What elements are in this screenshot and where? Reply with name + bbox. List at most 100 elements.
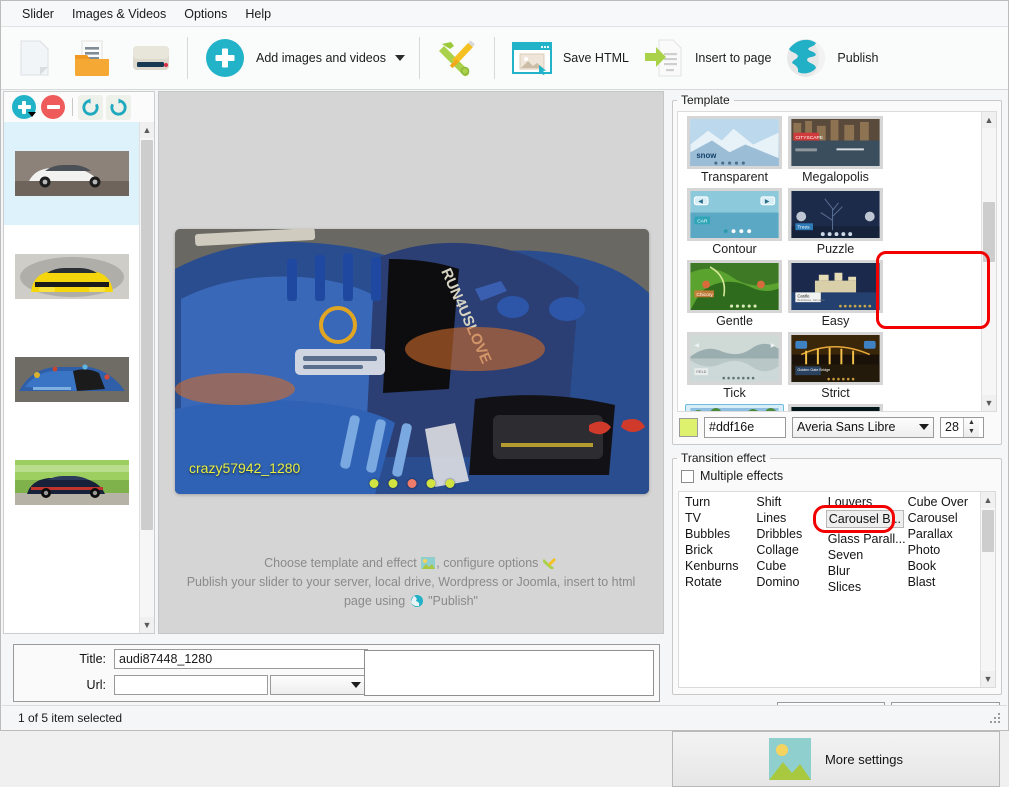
- menu-item-help[interactable]: Help: [236, 4, 280, 24]
- stepper-arrows[interactable]: ▲ ▼: [963, 418, 979, 437]
- effect-item[interactable]: Kenburns: [683, 558, 754, 574]
- thumbnails-list[interactable]: [4, 122, 139, 633]
- menu-item-slider[interactable]: Slider: [13, 4, 63, 24]
- url-target-select[interactable]: [270, 675, 366, 695]
- scrollbar-thumb[interactable]: [983, 202, 995, 262]
- chevron-down-icon[interactable]: [395, 55, 405, 61]
- effect-item[interactable]: TV: [683, 510, 754, 526]
- rotate-right-button[interactable]: [106, 95, 131, 120]
- color-swatch[interactable]: [679, 418, 698, 437]
- multiple-effects-checkbox[interactable]: [681, 470, 694, 483]
- template-grid: snow Transparent CITYSCAPE Megalopolis: [678, 112, 980, 412]
- scroll-up-icon[interactable]: ▲: [981, 492, 995, 508]
- template-item-galaxy[interactable]: GALAXYDeep space nebula Galaxy: [786, 404, 885, 412]
- effect-item[interactable]: Lines: [754, 510, 825, 526]
- slide-dot[interactable]: [389, 479, 398, 488]
- effect-item[interactable]: Parallax: [906, 526, 977, 542]
- effect-item[interactable]: Bubbles: [683, 526, 754, 542]
- effect-item[interactable]: Louvers: [826, 494, 906, 510]
- template-item-gentle[interactable]: Chicory Gentle: [685, 260, 784, 329]
- color-hex-input[interactable]: #ddf16e: [704, 417, 786, 438]
- list-item[interactable]: [4, 328, 139, 431]
- svg-text:Chicory: Chicory: [696, 292, 713, 298]
- effect-item[interactable]: Cube Over: [906, 494, 977, 510]
- stepper-up-icon[interactable]: ▲: [964, 418, 979, 428]
- resize-grip[interactable]: [990, 713, 1002, 725]
- scrollbar-thumb[interactable]: [982, 510, 994, 552]
- effect-item[interactable]: Brick: [683, 542, 754, 558]
- effect-item[interactable]: Rotate: [683, 574, 754, 590]
- template-item-graffito[interactable]: Ford Mustangis an automobile manufacture…: [685, 404, 784, 412]
- add-slide-dropdown-icon[interactable]: [28, 112, 36, 117]
- tools-button[interactable]: [428, 30, 486, 86]
- effect-item-selected[interactable]: Carousel B...: [826, 510, 904, 528]
- effects-column-2: Shift Lines Dribbles Collage Cube Domino: [754, 494, 825, 595]
- effects-scrollbar[interactable]: ▲ ▼: [980, 492, 995, 687]
- effect-item[interactable]: Blast: [906, 574, 977, 590]
- scroll-down-icon[interactable]: ▼: [140, 617, 154, 633]
- multiple-effects-row[interactable]: Multiple effects: [681, 469, 783, 483]
- insert-to-page-button[interactable]: Insert to page: [635, 30, 777, 86]
- scroll-up-icon[interactable]: ▲: [140, 122, 154, 138]
- effect-item[interactable]: Glass Parall...: [826, 531, 906, 547]
- add-images-and-videos-button[interactable]: Add images and videos: [196, 30, 411, 86]
- new-project-button[interactable]: [5, 30, 63, 86]
- menu-item-options[interactable]: Options: [175, 4, 236, 24]
- scrollbar-thumb[interactable]: [141, 140, 153, 530]
- effect-item[interactable]: Photo: [906, 542, 977, 558]
- effects-list[interactable]: Turn TV Bubbles Brick Kenburns Rotate Sh…: [678, 491, 996, 688]
- thumbnails-scrollbar[interactable]: ▲ ▼: [139, 122, 154, 633]
- list-item[interactable]: [4, 431, 139, 534]
- slide-dot[interactable]: [427, 479, 436, 488]
- effect-item[interactable]: Seven: [826, 547, 906, 563]
- open-project-button[interactable]: [63, 30, 121, 86]
- preview-slide[interactable]: RUN4USLOVE: [175, 229, 649, 494]
- slide-dot[interactable]: [446, 479, 455, 488]
- save-project-button[interactable]: [121, 30, 179, 86]
- description-textarea[interactable]: [364, 650, 654, 696]
- hint-line-2: Publish your slider to your server, loca…: [159, 573, 663, 592]
- effect-item[interactable]: Shift: [754, 494, 825, 510]
- effect-item[interactable]: Carousel: [906, 510, 977, 526]
- slide-dot-active[interactable]: [408, 479, 417, 488]
- template-scrollbar[interactable]: ▲ ▼: [981, 112, 996, 411]
- url-input[interactable]: [114, 675, 268, 695]
- template-item-contour[interactable]: ◀▶CAR Contour: [685, 188, 784, 257]
- template-item-tick[interactable]: ◀▶FIELD Tick: [685, 332, 784, 401]
- scroll-down-icon[interactable]: ▼: [982, 395, 996, 411]
- add-slide-button[interactable]: [12, 95, 36, 119]
- slide-dots[interactable]: [370, 479, 455, 488]
- title-input[interactable]: audi87448_1280: [114, 649, 368, 669]
- scroll-up-icon[interactable]: ▲: [982, 112, 996, 128]
- slide-dot[interactable]: [370, 479, 379, 488]
- effect-item[interactable]: Cube: [754, 558, 825, 574]
- font-family-select[interactable]: Averia Sans Libre: [792, 417, 934, 438]
- publish-button[interactable]: Publish: [777, 30, 884, 86]
- list-item[interactable]: [4, 225, 139, 328]
- remove-slide-button[interactable]: [41, 95, 65, 119]
- rotate-left-button[interactable]: [78, 95, 103, 120]
- scroll-down-icon[interactable]: ▼: [981, 671, 995, 687]
- template-scroll-area[interactable]: snow Transparent CITYSCAPE Megalopolis: [677, 111, 997, 412]
- transition-group-label: Transition effect: [677, 451, 770, 465]
- effect-item[interactable]: Turn: [683, 494, 754, 510]
- menu-item-images-videos[interactable]: Images & Videos: [63, 4, 175, 24]
- effect-item[interactable]: Domino: [754, 574, 825, 590]
- more-settings-button[interactable]: More settings: [672, 731, 1000, 787]
- effect-item[interactable]: Slices: [826, 579, 906, 595]
- stepper-down-icon[interactable]: ▼: [964, 427, 979, 437]
- template-item-transparent[interactable]: snow Transparent: [685, 116, 784, 185]
- template-item-puzzle[interactable]: Trees Puzzle: [786, 188, 885, 257]
- template-style-row: #ddf16e Averia Sans Libre 28 ▲ ▼: [679, 416, 995, 438]
- template-item-megalopolis[interactable]: CITYSCAPE Megalopolis: [786, 116, 885, 185]
- list-item[interactable]: [4, 122, 139, 225]
- effect-item[interactable]: Book: [906, 558, 977, 574]
- effect-item[interactable]: Blur: [826, 563, 906, 579]
- thumbnails-panel: ▲ ▼: [3, 91, 155, 634]
- font-size-stepper[interactable]: 28 ▲ ▼: [940, 417, 984, 438]
- save-html-button[interactable]: Save HTML: [503, 30, 635, 86]
- template-item-easy[interactable]: CastleBratislava, Slovakia Easy: [786, 260, 885, 329]
- template-item-strict[interactable]: Golden Gate Bridge Strict: [786, 332, 885, 401]
- effect-item[interactable]: Dribbles: [754, 526, 825, 542]
- effect-item[interactable]: Collage: [754, 542, 825, 558]
